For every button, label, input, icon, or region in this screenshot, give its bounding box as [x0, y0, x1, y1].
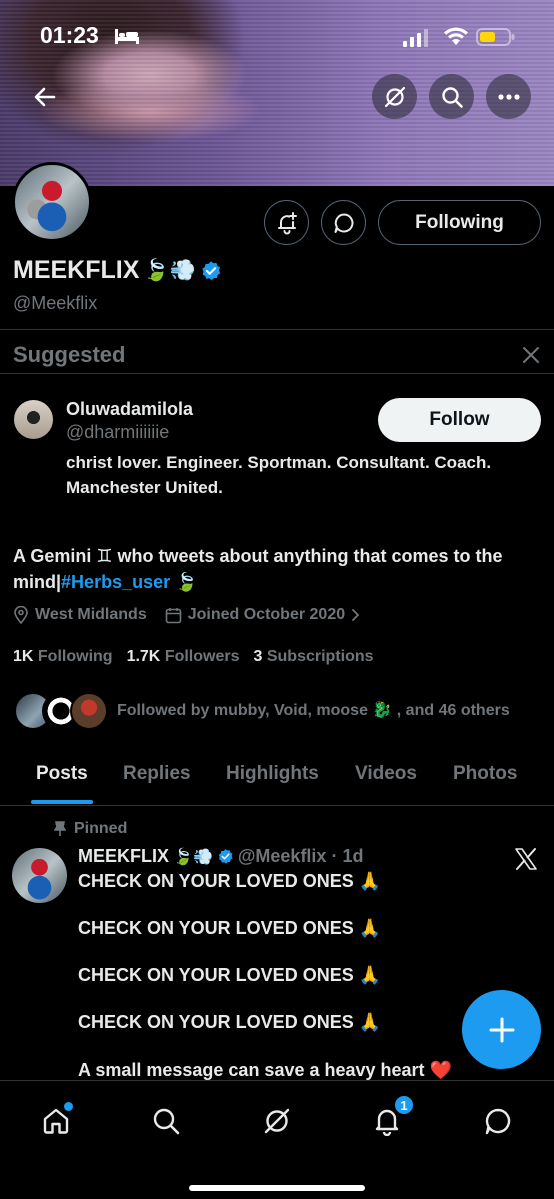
- nav-messages[interactable]: [476, 1099, 520, 1143]
- search-icon: [441, 86, 463, 108]
- divider: [0, 373, 554, 374]
- chevron-right-icon[interactable]: [351, 608, 360, 622]
- followers-count: 1.7K: [126, 648, 161, 665]
- followers-stat[interactable]: 1.7K Followers: [127, 648, 240, 666]
- post-handle-time: @Meekflix · 1d: [237, 846, 364, 866]
- sleep-mode-icon: [115, 29, 139, 44]
- following-label: Following: [37, 648, 113, 665]
- battery-icon: [476, 28, 515, 46]
- suggested-title: Suggested: [13, 342, 126, 367]
- location-pin-icon: [14, 606, 28, 624]
- grok-icon: [384, 86, 405, 107]
- profile-handle: @Meekflix: [13, 293, 98, 313]
- chat-bubble-icon: [485, 1108, 511, 1135]
- nav-grok[interactable]: [255, 1099, 299, 1143]
- post-author-emoji: 🍃💨: [173, 848, 213, 866]
- profile-avatar[interactable]: [12, 162, 92, 242]
- new-content-dot: [64, 1102, 73, 1111]
- arrow-left-icon: [34, 87, 55, 106]
- search-button[interactable]: [429, 74, 474, 119]
- tab-highlights[interactable]: Highlights: [226, 763, 319, 785]
- nav-search[interactable]: [144, 1099, 188, 1143]
- suggested-user-handle: @dharmiiiiiie: [66, 422, 170, 442]
- post-text-line: CHECK ON YOUR LOVED ONES 🙏: [78, 1012, 382, 1032]
- pinned-indicator: Pinned: [54, 820, 127, 838]
- suggested-user-name[interactable]: Oluwadamilola: [66, 399, 193, 420]
- calendar-icon: [165, 607, 182, 623]
- more-horizontal-icon: [497, 93, 520, 100]
- following-stat[interactable]: 1K Following: [13, 648, 113, 666]
- search-icon: [153, 1108, 180, 1135]
- wifi-icon: [444, 27, 468, 45]
- tab-replies[interactable]: Replies: [123, 763, 191, 785]
- cellular-signal-icon: [403, 29, 428, 47]
- plus-icon: [489, 1017, 514, 1042]
- profile-bio: A Gemini ♊ who tweets about anything tha…: [13, 543, 548, 595]
- suggested-user-bio: christ lover. Engineer. Sportman. Consul…: [66, 453, 492, 497]
- post-text-line: CHECK ON YOUR LOVED ONES 🙏: [78, 918, 382, 938]
- close-icon[interactable]: [522, 346, 540, 364]
- status-bar: 01:23: [0, 0, 554, 70]
- bio-hashtag-link[interactable]: #Herbs_user: [61, 572, 170, 592]
- verified-badge-icon: [218, 849, 233, 864]
- back-button[interactable]: [22, 74, 67, 119]
- suggested-user-avatar[interactable]: [14, 400, 53, 439]
- post-header: MEEKFLIX 🍃💨 @Meekflix · 1d: [78, 846, 363, 867]
- tab-videos[interactable]: Videos: [355, 763, 417, 785]
- profile-name-emoji: 🍃💨: [143, 258, 196, 282]
- subscriptions-label: Subscriptions: [266, 648, 374, 665]
- bell-plus-icon: [277, 211, 297, 234]
- following-count: 1K: [13, 648, 34, 665]
- x-logo-icon: [515, 848, 537, 870]
- subscriptions-count: 3: [253, 648, 263, 665]
- grok-icon: [264, 1108, 290, 1134]
- profile-meta: West Midlands Joined October 2020: [13, 606, 360, 624]
- tab-photos[interactable]: Photos: [453, 763, 517, 785]
- subscriptions-stat[interactable]: 3 Subscriptions: [254, 648, 374, 666]
- more-options-button[interactable]: [486, 74, 531, 119]
- profile-location: West Midlands: [35, 606, 147, 623]
- profile-stats: 1K Following 1.7K Followers 3 Subscripti…: [13, 648, 374, 666]
- post-author-name[interactable]: MEEKFLIX: [78, 846, 169, 867]
- bottom-navigation: 1: [0, 1080, 554, 1199]
- active-tab-indicator: [31, 800, 93, 804]
- followers-label: Followers: [164, 648, 240, 665]
- home-indicator: [189, 1185, 365, 1191]
- tab-posts[interactable]: Posts: [36, 763, 88, 785]
- followed-by-avatars[interactable]: [14, 692, 108, 730]
- bio-suffix: 🍃: [170, 572, 198, 592]
- followed-by-text[interactable]: Followed by mubby, Void, moose 🐉 , and 4…: [117, 700, 510, 720]
- message-button[interactable]: [321, 200, 366, 245]
- avatar: [70, 692, 108, 730]
- post-text-line: A small message can save a heavy heart ❤…: [78, 1060, 452, 1080]
- profile-tabs: Posts Replies Highlights Videos Photos: [0, 750, 554, 804]
- profile-joined[interactable]: Joined October 2020: [188, 606, 345, 624]
- grok-button[interactable]: [372, 74, 417, 119]
- verified-badge-icon: [201, 260, 220, 280]
- status-time: 01:23: [40, 22, 99, 48]
- follow-button[interactable]: Follow: [378, 398, 541, 442]
- profile-name-text: MEEKFLIX: [13, 256, 140, 284]
- notify-button[interactable]: [264, 200, 309, 245]
- divider: [0, 329, 554, 330]
- notifications-badge: 1: [393, 1094, 415, 1116]
- divider: [0, 805, 554, 806]
- post-text-line: CHECK ON YOUR LOVED ONES 🙏: [78, 965, 382, 985]
- chat-bubble-icon: [334, 213, 353, 233]
- following-button[interactable]: Following: [378, 200, 541, 245]
- nav-notifications[interactable]: 1: [365, 1094, 415, 1143]
- profile-name: MEEKFLIX 🍃💨: [13, 256, 222, 285]
- pinned-label: Pinned: [74, 820, 128, 837]
- compose-post-button[interactable]: [462, 990, 541, 1069]
- pin-icon: [54, 821, 66, 836]
- nav-home[interactable]: [34, 1099, 78, 1143]
- post-author-avatar[interactable]: [12, 848, 67, 903]
- post-text-line: CHECK ON YOUR LOVED ONES 🙏: [78, 871, 382, 891]
